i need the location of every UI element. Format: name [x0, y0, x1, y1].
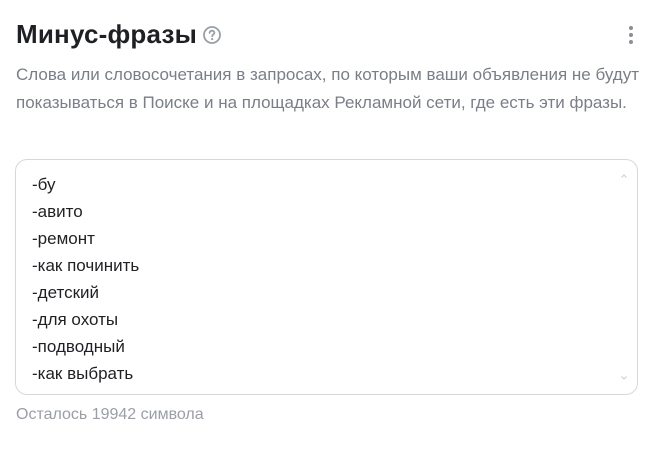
more-options-icon[interactable] — [619, 20, 643, 48]
phrase-line: -как выбрать — [32, 364, 134, 383]
phrase-line: -для охоты — [32, 310, 119, 329]
section-header: Минус-фразы — [16, 16, 643, 56]
minus-phrases-textarea[interactable]: -бу -авито -ремонт -как починить -детский -дл… — [15, 159, 638, 395]
phrase-line: -как починить — [32, 256, 140, 275]
section-description: Слова или словосочетания в запросах, по … — [16, 65, 639, 112]
phrase-list: -бу -авито -ремонт -как починить -детский -дл… — [32, 171, 139, 387]
scroll-up-arrow-icon[interactable] — [620, 172, 628, 180]
help-icon[interactable] — [202, 25, 222, 45]
section-title: Минус-фразы — [16, 19, 198, 49]
phrase-line: -бу — [32, 175, 56, 194]
phrase-line: -детский — [32, 283, 99, 302]
scroll-down-arrow-icon[interactable] — [620, 374, 628, 382]
characters-remaining-counter: Осталось 19942 символа — [16, 406, 204, 423]
phrase-line: -подводный — [32, 337, 125, 356]
phrase-line: -авито — [32, 202, 83, 221]
phrase-line: -ремонт — [32, 229, 95, 248]
